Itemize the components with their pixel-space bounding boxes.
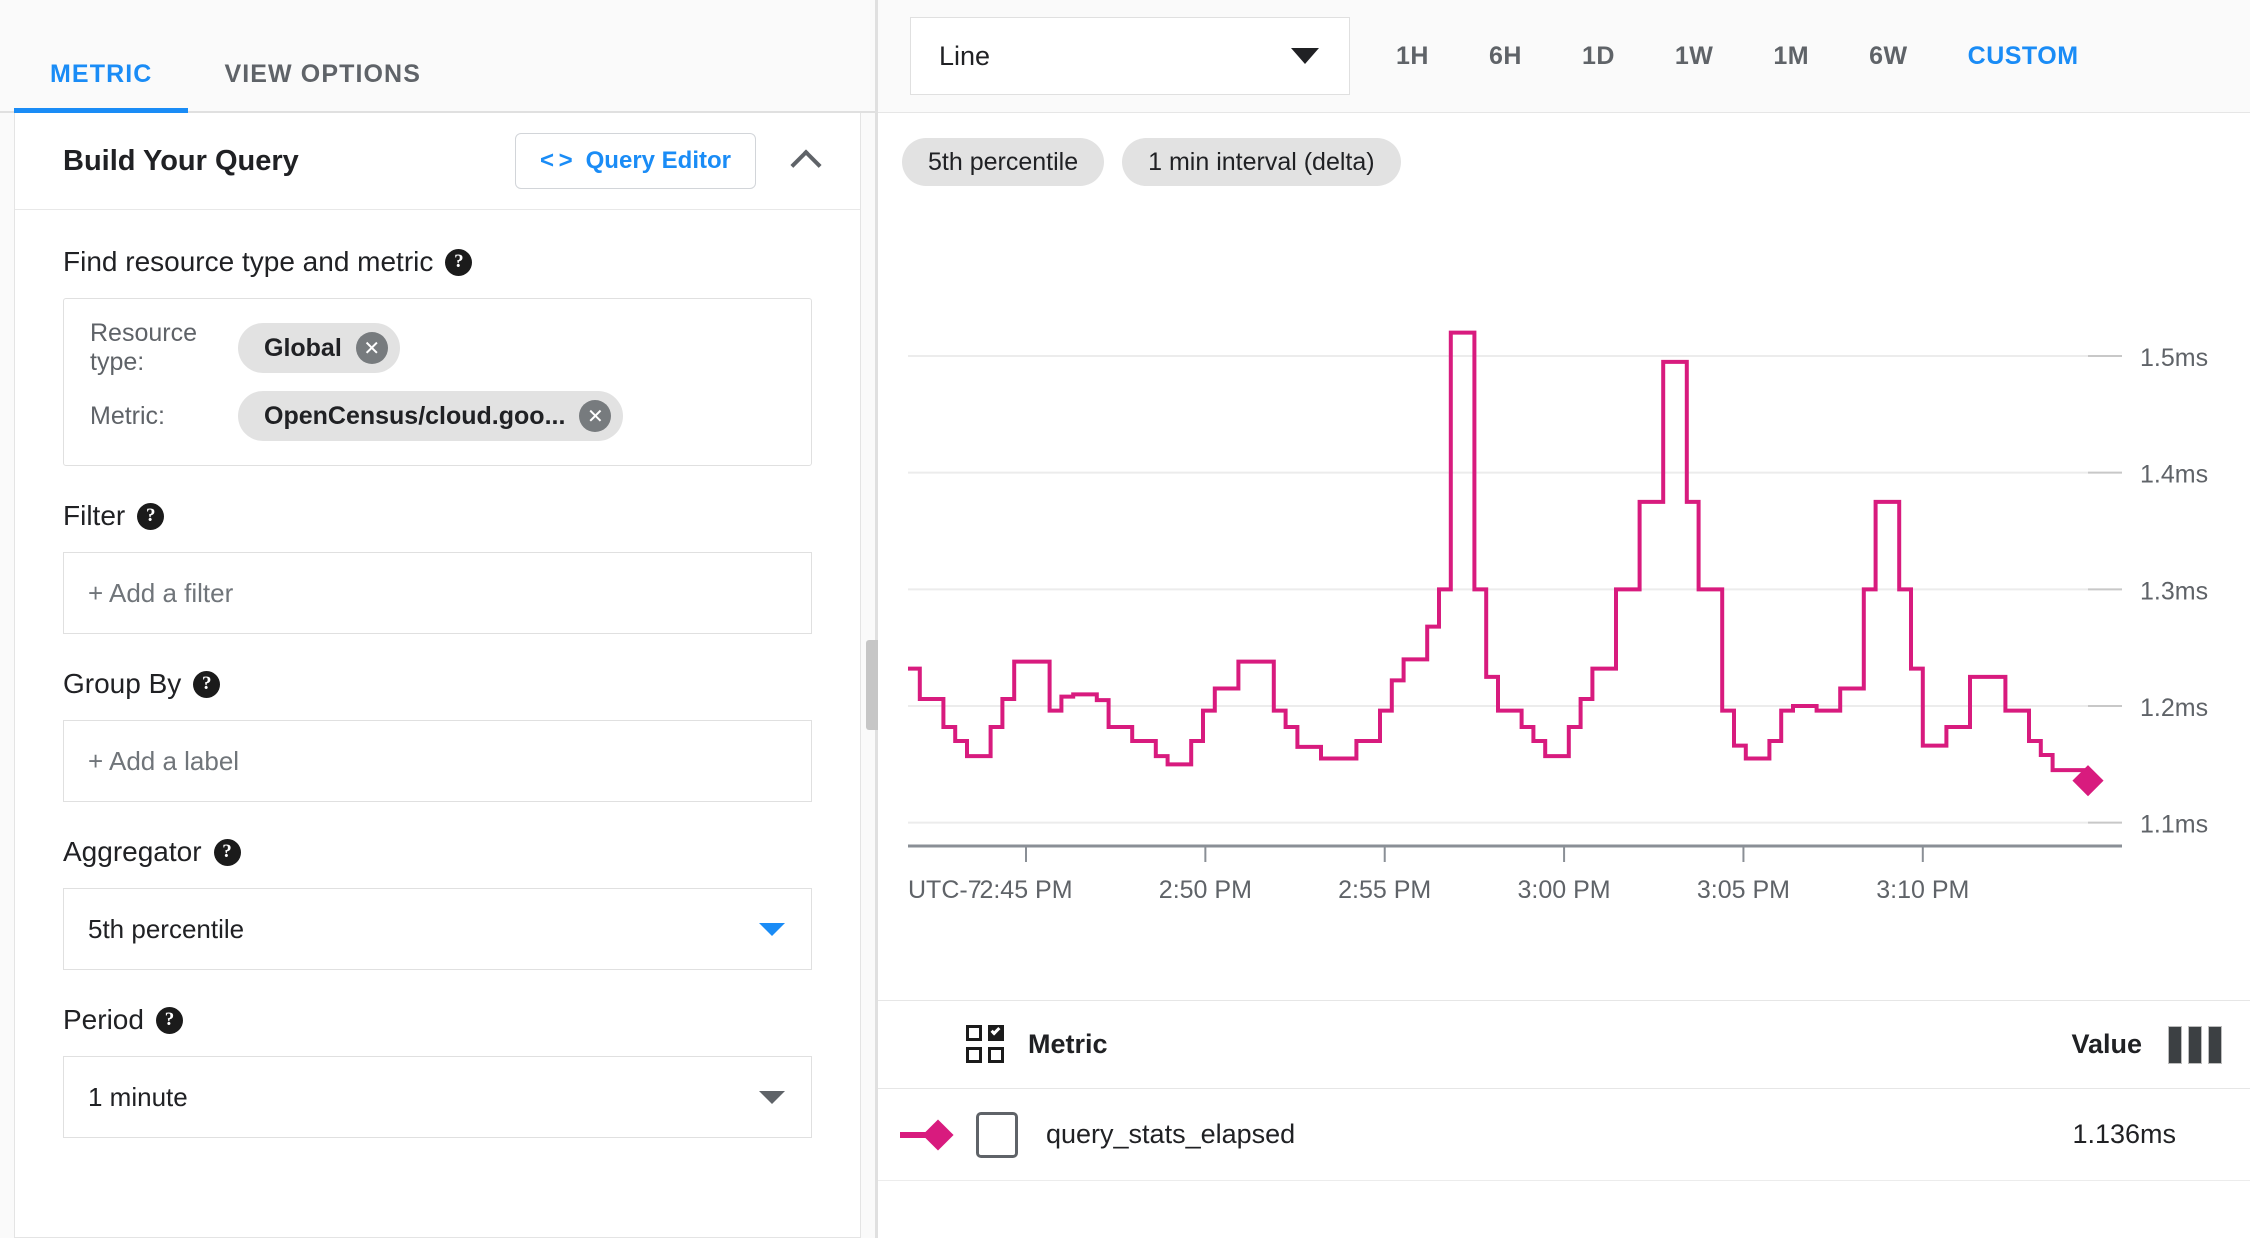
svg-text:3:05 PM: 3:05 PM	[1697, 876, 1790, 904]
time-range-6w[interactable]: 6W	[1839, 42, 1938, 71]
time-range-custom[interactable]: CUSTOM	[1938, 42, 2109, 71]
aggregator-select[interactable]: 5th percentile	[63, 888, 812, 970]
chevron-down-icon-aggregator	[759, 922, 785, 936]
close-icon-resource-type[interactable]: ✕	[355, 332, 388, 364]
chart-type-value: Line	[939, 40, 991, 71]
metric-legend-table: Metric Value query_stats_elapsed 1.136ms	[878, 1000, 2250, 1181]
filter-section-label: Filter ?	[63, 500, 812, 532]
metric-chip-label: OpenCensus/cloud.goo...	[264, 401, 566, 430]
build-query-card: Build Your Query < > Query Editor Find r…	[14, 113, 861, 1238]
period-select[interactable]: 1 minute	[63, 1056, 812, 1138]
chart-svg: 1.5ms 1.4ms 1.3ms 1.2ms 1.1ms 2:45 PM 2:50 PM 2…	[908, 330, 2208, 904]
svg-text:3:10 PM: 3:10 PM	[1876, 876, 1969, 904]
time-range-1w[interactable]: 1W	[1645, 42, 1744, 71]
resource-type-row: Resource type: Global ✕	[90, 319, 785, 377]
svg-text:2:45 PM: 2:45 PM	[979, 876, 1072, 904]
resource-type-label: Resource type:	[90, 319, 197, 376]
svg-text:3:00 PM: 3:00 PM	[1518, 876, 1611, 904]
filter-placeholder: + Add a filter	[88, 577, 234, 608]
help-icon-period[interactable]: ?	[155, 1006, 183, 1034]
svg-text:1.5ms: 1.5ms	[2140, 344, 2208, 372]
group-by-placeholder: + Add a label	[88, 745, 240, 776]
chart-type-select[interactable]: Line	[910, 17, 1350, 95]
resource-type-chip[interactable]: Global ✕	[238, 323, 400, 373]
legend-header-row: Metric Value	[878, 1001, 2250, 1089]
query-editor-label: Query Editor	[585, 147, 731, 174]
filter-label-text: Filter	[63, 500, 126, 531]
svg-text:1.3ms: 1.3ms	[2140, 577, 2208, 605]
chart-stat-chips: 5th percentile 1 min interval (delta)	[878, 113, 2250, 186]
svg-text:1.2ms: 1.2ms	[2140, 694, 2208, 722]
left-panel-tabs: METRIC VIEW OPTIONS	[0, 0, 875, 113]
help-icon-aggregator[interactable]: ?	[213, 838, 241, 866]
group-by-label-text: Group By	[63, 668, 182, 699]
tab-metric-label: METRIC	[50, 60, 153, 88]
chart-panel: Line 1H 6H 1D 1W 1M 6W CUSTOM 5th percen…	[878, 0, 2250, 1238]
find-resource-label-text: Find resource type and metric	[63, 246, 434, 277]
chevron-up-icon	[790, 149, 822, 181]
series-visibility-checkbox[interactable]	[976, 1111, 1018, 1158]
chart-toolbar: Line 1H 6H 1D 1W 1M 6W CUSTOM	[878, 0, 2250, 113]
query-editor-button[interactable]: < > Query Editor	[514, 133, 756, 189]
help-icon-group-by[interactable]: ?	[193, 670, 221, 698]
stat-chip-interval[interactable]: 1 min interval (delta)	[1122, 138, 1401, 186]
aggregator-value: 5th percentile	[88, 913, 245, 944]
period-section-label: Period ?	[63, 1004, 812, 1036]
aggregator-section-label: Aggregator ?	[63, 836, 812, 868]
legend-metric-column-header: Metric	[1028, 1029, 1108, 1059]
time-range-6h[interactable]: 6H	[1459, 42, 1552, 71]
close-icon-metric[interactable]: ✕	[579, 400, 612, 432]
page-title: Build Your Query	[63, 144, 299, 177]
series-name: query_stats_elapsed	[1046, 1119, 1296, 1149]
group-by-section-label: Group By ?	[63, 668, 812, 700]
find-resource-section-label: Find resource type and metric ?	[63, 246, 812, 278]
metric-chip[interactable]: OpenCensus/cloud.goo... ✕	[238, 391, 624, 441]
stat-chip-aggregator[interactable]: 5th percentile	[902, 138, 1105, 186]
chevron-down-icon-period	[759, 1090, 785, 1104]
help-icon-find-resource[interactable]: ?	[445, 248, 473, 276]
legend-value-column-header: Value	[2071, 1029, 2142, 1059]
time-range-1d[interactable]: 1D	[1552, 42, 1645, 71]
svg-text:1.1ms: 1.1ms	[2140, 811, 2208, 839]
svg-text:2:50 PM: 2:50 PM	[1159, 876, 1252, 904]
columns-settings-icon[interactable]	[2168, 1025, 2222, 1064]
time-range-1h[interactable]: 1H	[1366, 42, 1459, 71]
resource-type-chip-label: Global	[264, 333, 342, 362]
aggregator-label-text: Aggregator	[63, 836, 202, 867]
build-query-header: Build Your Query < > Query Editor	[15, 113, 860, 210]
filter-input[interactable]: + Add a filter	[63, 552, 812, 634]
resource-type-metric-box: Resource type: Global ✕ Metric: OpenCens…	[63, 298, 812, 466]
period-label-text: Period	[63, 1004, 144, 1035]
period-value: 1 minute	[88, 1081, 188, 1112]
code-brackets-icon: < >	[539, 147, 573, 174]
metric-row: Metric: OpenCensus/cloud.goo... ✕	[90, 391, 785, 441]
series-value: 1.136ms	[2072, 1119, 2176, 1149]
chevron-down-icon-chart-type	[1291, 48, 1319, 64]
svg-text:1.4ms: 1.4ms	[2140, 461, 2208, 489]
series-marker-icon	[900, 1118, 962, 1151]
group-by-input[interactable]: + Add a label	[63, 720, 812, 802]
time-range-buttons: 1H 6H 1D 1W 1M 6W CUSTOM	[1366, 42, 2109, 71]
table-row[interactable]: query_stats_elapsed 1.136ms	[878, 1089, 2250, 1181]
tab-view-options-label: VIEW OPTIONS	[224, 60, 421, 88]
monitoring-metrics-explorer: METRIC VIEW OPTIONS Build Your Query < >…	[0, 0, 2250, 1238]
select-all-grid-icon[interactable]	[966, 1024, 1006, 1065]
collapse-section-button[interactable]	[784, 139, 828, 183]
build-query-body: Find resource type and metric ? Resource…	[15, 210, 860, 1138]
tab-metric[interactable]: METRIC	[14, 60, 189, 113]
svg-text:2:55 PM: 2:55 PM	[1338, 876, 1431, 904]
time-range-1m[interactable]: 1M	[1743, 42, 1839, 71]
help-icon-filter[interactable]: ?	[137, 502, 165, 530]
metric-line-chart[interactable]: 1.5ms 1.4ms 1.3ms 1.2ms 1.1ms 2:45 PM 2:50 PM 2…	[878, 186, 2250, 956]
metric-label: Metric:	[90, 401, 165, 430]
svg-text:UTC-7: UTC-7	[908, 876, 982, 904]
query-builder-panel: METRIC VIEW OPTIONS Build Your Query < >…	[0, 0, 875, 1238]
tab-view-options[interactable]: VIEW OPTIONS	[188, 60, 457, 111]
